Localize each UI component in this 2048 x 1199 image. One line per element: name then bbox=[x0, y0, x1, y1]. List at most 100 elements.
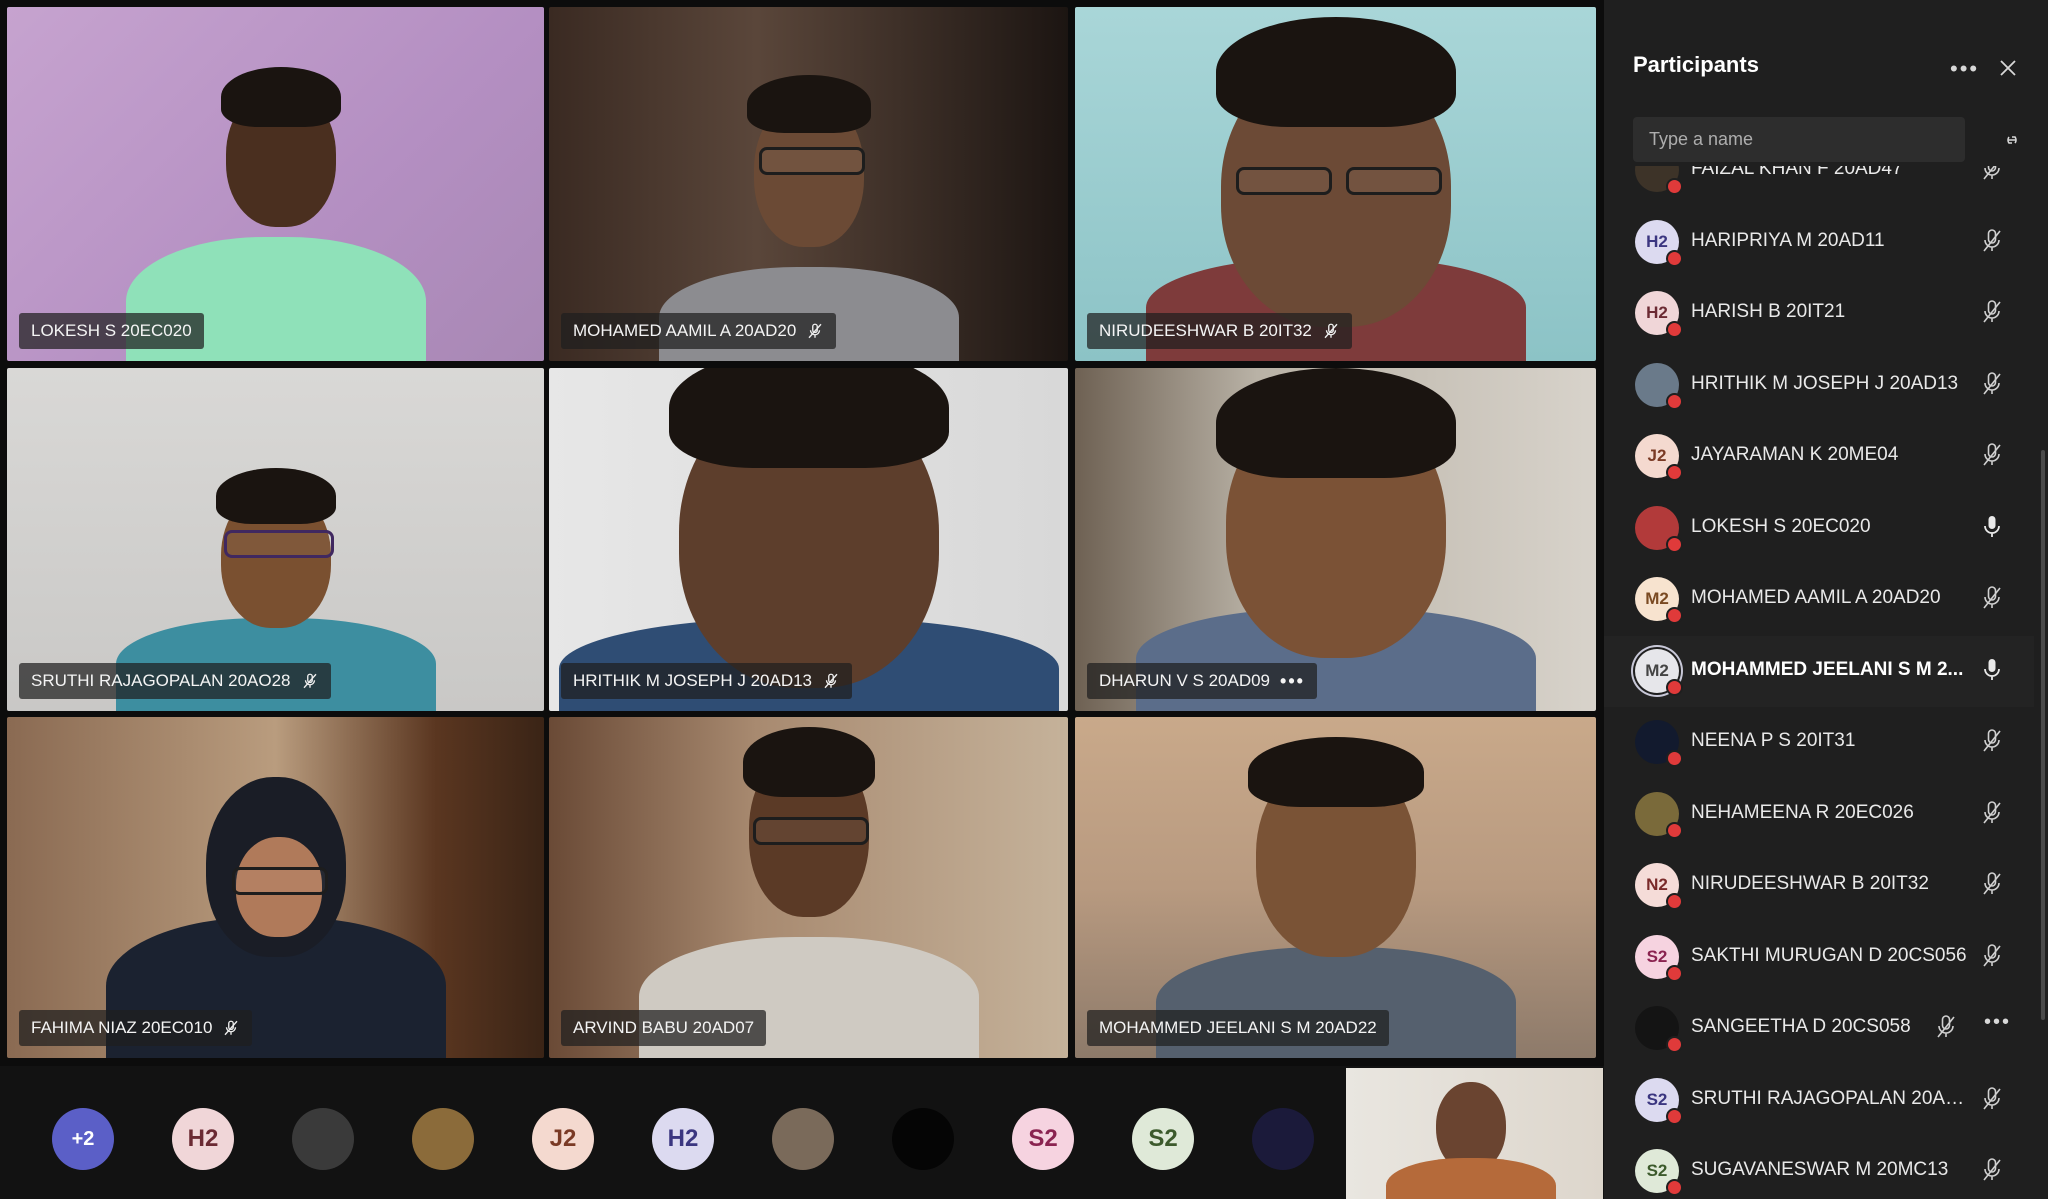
tile-name-tag: HRITHIK M JOSEPH J 20AD13 bbox=[561, 663, 853, 699]
tile-name: SRUTHI RAJAGOPALAN 20AO28 bbox=[31, 671, 291, 690]
participant-row[interactable]: S2 SRUTHI RAJAGOPALAN 20AO... bbox=[1604, 1065, 2034, 1136]
mic-off-icon[interactable] bbox=[1980, 1086, 2004, 1112]
participant-name: SRUTHI RAJAGOPALAN 20AO... bbox=[1691, 1087, 1971, 1109]
mic-off-icon[interactable] bbox=[1980, 871, 2004, 897]
participant-name: SAKTHI MURUGAN D 20CS056 bbox=[1691, 944, 1967, 966]
participant-row[interactable]: NEENA P S 20IT31 bbox=[1604, 707, 2034, 778]
participant-row[interactable]: M2 MOHAMED AAMIL A 20AD20 bbox=[1604, 564, 2034, 635]
participants-panel: Participants ••• FAIZAL KHAN F 20AD47 H2H… bbox=[1604, 0, 2048, 1199]
participant-list: FAIZAL KHAN F 20AD47 H2 HARIPRIYA M 20AD11… bbox=[1604, 166, 2048, 1199]
video-tile[interactable]: MOHAMMED JEELANI S M 20AD22 bbox=[1075, 717, 1596, 1058]
tile-name-tag: MOHAMED AAMIL A 20AD20 bbox=[561, 313, 837, 349]
participant-name: NEHAMEENA R 20EC026 bbox=[1691, 801, 1914, 823]
presence-badge bbox=[1666, 607, 1683, 624]
tile-name-tag: LOKESH S 20EC020 bbox=[19, 313, 204, 349]
mic-off-icon[interactable] bbox=[1980, 728, 2004, 754]
strip-avatar-initials[interactable]: H2 bbox=[652, 1108, 714, 1170]
mic-off-icon[interactable] bbox=[1980, 371, 2004, 397]
tile-name: MOHAMED AAMIL A 20AD20 bbox=[573, 321, 797, 340]
participant-more-options-button[interactable]: ••• bbox=[1984, 1011, 2011, 1034]
video-tile[interactable]: HRITHIK M JOSEPH J 20AD13 bbox=[549, 368, 1068, 711]
participant-row[interactable]: SANGEETHA D 20CS058 ••• bbox=[1604, 993, 2034, 1064]
presence-badge bbox=[1666, 750, 1683, 767]
participant-row[interactable]: HRITHIK M JOSEPH J 20AD13 bbox=[1604, 350, 2034, 421]
mic-off-icon[interactable] bbox=[1980, 585, 2004, 611]
strip-avatar-initials[interactable]: S2 bbox=[1012, 1108, 1074, 1170]
participant-row[interactable]: FAIZAL KHAN F 20AD47 bbox=[1604, 166, 2034, 206]
tile-name: LOKESH S 20EC020 bbox=[31, 321, 192, 340]
participant-name: HARISH B 20IT21 bbox=[1691, 301, 1846, 322]
participant-row[interactable]: LOKESH S 20EC020 bbox=[1604, 493, 2034, 564]
presence-badge bbox=[1666, 535, 1683, 553]
presence-badge bbox=[1666, 678, 1683, 696]
presence-badge bbox=[1666, 893, 1683, 910]
strip-avatar-initials[interactable]: S2 bbox=[1132, 1108, 1194, 1170]
participant-row[interactable]: S2 SUGAVANESWAR M 20MC13 bbox=[1604, 1136, 2034, 1199]
more-options-icon[interactable]: ••• bbox=[1280, 671, 1305, 692]
strip-avatar-photo[interactable] bbox=[892, 1108, 954, 1170]
mic-off-icon bbox=[302, 673, 317, 689]
participant-figure bbox=[1116, 368, 1556, 711]
video-tile[interactable]: LOKESH S 20EC020 bbox=[7, 7, 544, 361]
participant-name: SANGEETHA D 20CS058 bbox=[1691, 1016, 1911, 1037]
mic-off-icon[interactable] bbox=[1934, 1014, 1958, 1040]
video-tile[interactable]: ARVIND BABU 20AD07 bbox=[549, 717, 1068, 1058]
video-tile[interactable]: FAHIMA NIAZ 20EC010 bbox=[7, 717, 544, 1058]
participant-name: MOHAMED AAMIL A 20AD20 bbox=[1691, 587, 1941, 608]
share-invite-icon[interactable] bbox=[2000, 128, 2024, 152]
strip-avatar-initials[interactable]: J2 bbox=[532, 1108, 594, 1170]
mic-off-icon[interactable] bbox=[1980, 442, 2004, 468]
participant-name: NEENA P S 20IT31 bbox=[1691, 730, 1856, 751]
tile-name-tag: NIRUDEESHWAR B 20IT32 bbox=[1087, 313, 1352, 349]
close-icon[interactable] bbox=[1996, 56, 2020, 80]
mic-off-icon bbox=[824, 673, 838, 689]
video-tile[interactable]: NIRUDEESHWAR B 20IT32 bbox=[1075, 7, 1596, 361]
participant-search-input[interactable] bbox=[1633, 117, 1965, 162]
mic-on-icon[interactable] bbox=[1980, 657, 2004, 683]
participant-row[interactable]: S2 SAKTHI MURUGAN D 20CS056 bbox=[1604, 922, 2034, 993]
participant-row[interactable]: NEHAMEENA R 20EC026 bbox=[1604, 779, 2034, 850]
overflow-participants-button[interactable]: +2 bbox=[52, 1108, 114, 1170]
participant-figure bbox=[609, 727, 1009, 1058]
self-video-preview[interactable] bbox=[1346, 1068, 1603, 1199]
participant-row[interactable]: M2 MOHAMMED JEELANI S M 2... bbox=[1604, 636, 2034, 707]
tile-name: HRITHIK M JOSEPH J 20AD13 bbox=[573, 671, 813, 690]
presence-badge bbox=[1666, 392, 1683, 410]
mic-off-icon[interactable] bbox=[1980, 228, 2004, 254]
video-tile[interactable]: MOHAMED AAMIL A 20AD20 bbox=[549, 7, 1068, 361]
mic-off-icon[interactable] bbox=[1980, 1157, 2004, 1183]
tile-name-tag: MOHAMMED JEELANI S M 20AD22 bbox=[1087, 1010, 1389, 1046]
strip-avatar-photo[interactable] bbox=[412, 1108, 474, 1170]
tile-name-tag: DHARUN V S 20AD09 ••• bbox=[1087, 663, 1317, 699]
participant-name: FAIZAL KHAN F 20AD47 bbox=[1691, 166, 1903, 179]
participant-name: HRITHIK M JOSEPH J 20AD13 bbox=[1691, 372, 1959, 394]
panel-more-options-button[interactable]: ••• bbox=[1950, 56, 1979, 82]
video-tile[interactable]: SRUTHI RAJAGOPALAN 20AO28 bbox=[7, 368, 544, 711]
mic-off-icon bbox=[1324, 323, 1338, 339]
strip-avatar-initials[interactable]: H2 bbox=[172, 1108, 234, 1170]
presence-badge bbox=[1666, 249, 1683, 267]
participant-row[interactable]: J2 JAYARAMAN K 20ME04 bbox=[1604, 421, 2034, 492]
presence-badge bbox=[1666, 464, 1683, 481]
presence-badge bbox=[1666, 821, 1683, 839]
mic-on-icon[interactable] bbox=[1980, 514, 2004, 540]
mic-off-icon bbox=[808, 323, 822, 339]
participant-name: JAYARAMAN K 20ME04 bbox=[1691, 444, 1899, 465]
mic-off-icon[interactable] bbox=[1980, 299, 2004, 325]
participant-row[interactable]: N2 NIRUDEESHWAR B 20IT32 bbox=[1604, 850, 2034, 921]
participant-name: LOKESH S 20EC020 bbox=[1691, 515, 1871, 537]
tile-name-tag: ARVIND BABU 20AD07 bbox=[561, 1010, 767, 1046]
tile-name-tag: SRUTHI RAJAGOPALAN 20AO28 bbox=[19, 663, 331, 699]
video-tile[interactable]: DHARUN V S 20AD09 ••• bbox=[1075, 368, 1596, 711]
strip-avatar-photo[interactable] bbox=[772, 1108, 834, 1170]
participant-row[interactable]: H2 HARIPRIYA M 20AD11 bbox=[1604, 207, 2034, 278]
strip-avatar-photo[interactable] bbox=[1252, 1108, 1314, 1170]
mic-off-icon[interactable] bbox=[1980, 943, 2004, 969]
presence-badge bbox=[1666, 1107, 1683, 1125]
participant-row[interactable]: H2 HARISH B 20IT21 bbox=[1604, 278, 2034, 349]
strip-avatar-photo[interactable] bbox=[292, 1108, 354, 1170]
participant-list-scrollbar[interactable] bbox=[2041, 450, 2045, 1020]
mic-off-icon[interactable] bbox=[1980, 800, 2004, 826]
mic-off-icon[interactable] bbox=[1980, 166, 2004, 182]
tile-name: ARVIND BABU 20AD07 bbox=[573, 1018, 755, 1037]
